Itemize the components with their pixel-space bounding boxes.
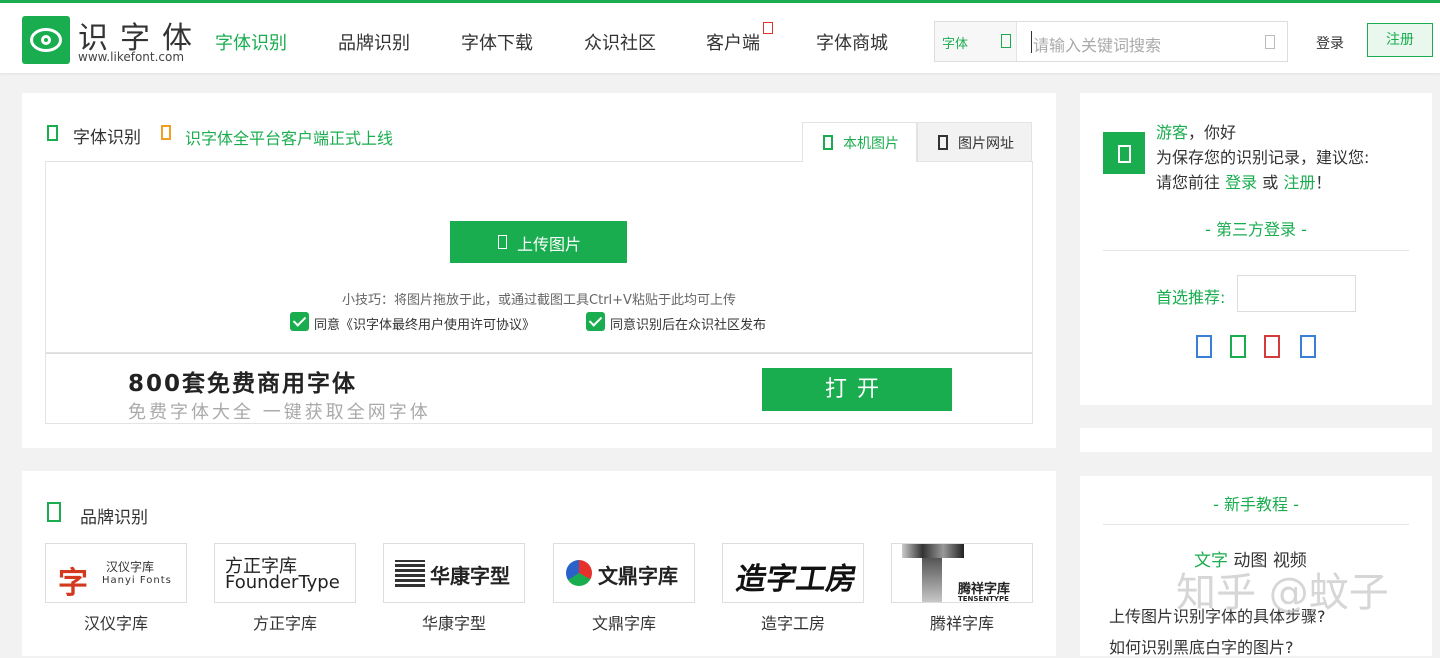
qq-login-icon[interactable] <box>1196 335 1212 358</box>
hello-text: ，你好 <box>1188 123 1237 142</box>
agree-publish-label[interactable]: 同意识别后在众识社区发布 <box>610 314 766 333</box>
logo-text: Hanyi Fonts <box>102 575 172 586</box>
notice-icon <box>161 125 171 140</box>
brand-name[interactable]: 腾祥字库 <box>891 610 1033 634</box>
client-launch-notice[interactable]: 识字体全平台客户端正式上线 <box>185 125 393 149</box>
logo-text: 文鼎字库 <box>598 564 678 588</box>
tutorial-item[interactable]: 如何识别黑底白字的图片? <box>1109 634 1294 658</box>
section-icon <box>47 125 58 141</box>
banner-subtitle: 免费字体大全 一键获取全网字体 <box>128 402 431 423</box>
search-box: 字体 请输入关键词搜索 <box>934 21 1288 62</box>
logo-icon[interactable] <box>22 16 70 64</box>
tengxiang-logo-icon <box>922 558 942 602</box>
brand-logo-huakang[interactable]: 华康字型 <box>383 543 525 603</box>
hanyi-logo-icon: 字 <box>58 566 88 601</box>
nav-community[interactable]: 众识社区 <box>584 29 656 55</box>
agree-publish-checkbox[interactable] <box>586 312 605 331</box>
brand-logo-wending[interactable]: 文鼎字库 <box>553 543 695 603</box>
nav-font-store[interactable]: 字体商城 <box>816 29 888 55</box>
brand-name[interactable]: 文鼎字库 <box>553 610 695 634</box>
brand-name[interactable]: 华康字型 <box>383 610 525 634</box>
search-input[interactable]: 请输入关键词搜索 <box>1033 32 1161 56</box>
agree-license-checkbox[interactable] <box>290 312 309 331</box>
sidebar-login-link[interactable]: 登录 <box>1225 173 1257 192</box>
wechat-login-icon[interactable] <box>1230 335 1246 358</box>
sidebar-register-link[interactable]: 注册 <box>1283 173 1315 192</box>
third-party-login-title: - 第三方登录 - <box>1205 220 1307 239</box>
register-button[interactable]: 注册 <box>1367 23 1433 57</box>
wending-logo-icon <box>566 560 592 586</box>
nav-brand-recognize[interactable]: 品牌识别 <box>338 29 410 55</box>
divider <box>1103 250 1409 251</box>
brand-section-icon <box>47 502 61 522</box>
brand-logo-founder[interactable]: 方正字库 FounderType <box>214 543 356 603</box>
tab-label: 本机图片 <box>843 136 899 152</box>
goto-text: 请您前往 <box>1156 173 1221 192</box>
agree-license-label[interactable]: 同意《识字体最终用户使用许可协议》 <box>314 314 535 333</box>
or-text: 或 <box>1262 173 1279 192</box>
login-link[interactable]: 登录 <box>1316 33 1344 53</box>
upload-tip: 小技巧：将图片拖放于此，或通过截图工具Ctrl+V粘贴于此均可上传 <box>342 293 736 308</box>
tab-local-image[interactable]: 本机图片 <box>802 122 917 162</box>
site-header: 识字体 www.likefont.com 字体识别 品牌识别 字体下载 众识社区… <box>0 3 1440 73</box>
link-icon <box>938 135 948 150</box>
tutorial-title: - 新手教程 - <box>1213 495 1299 514</box>
image-icon <box>823 135 833 150</box>
nav-font-download[interactable]: 字体下载 <box>461 29 533 55</box>
tengxiang-logo-icon <box>902 544 964 558</box>
search-category-label: 字体 <box>942 37 969 52</box>
logo-text: 汉仪字库 <box>106 560 155 574</box>
brand-logo-tengxiang[interactable]: 腾祥字库 TENSENTYPE <box>891 543 1033 603</box>
text-cursor <box>1031 31 1032 53</box>
brand-logo-hanyi[interactable]: 字 汉仪字库 Hanyi Fonts <box>45 543 187 603</box>
sidebar-spacer-panel <box>1080 428 1432 452</box>
preferred-login-field[interactable] <box>1237 275 1356 312</box>
brand-logo-zaozi[interactable]: 造字工房 <box>722 543 864 603</box>
tab-label: 图片网址 <box>958 136 1014 152</box>
brand-name[interactable]: 汉仪字库 <box>45 610 187 634</box>
save-record-hint: 为保存您的识别记录，建议您: <box>1156 148 1370 167</box>
chevron-down-icon <box>1001 34 1011 48</box>
nav-font-recognize[interactable]: 字体识别 <box>215 29 287 55</box>
upload-label: 上传图片 <box>517 235 582 254</box>
weibo-login-icon[interactable] <box>1264 335 1280 358</box>
divider <box>1103 524 1409 525</box>
tab-image-url[interactable]: 图片网址 <box>917 122 1032 162</box>
logo-text: 造字工房 <box>733 562 860 597</box>
banner-open-button[interactable]: 打开 <box>762 368 952 411</box>
guest-label: 游客 <box>1156 123 1189 142</box>
logo-url: www.likefont.com <box>78 50 185 64</box>
search-category-select[interactable]: 字体 <box>935 22 1017 61</box>
logo-text: FounderType <box>225 572 340 593</box>
brand-section-title: 品牌识别 <box>80 508 148 528</box>
logo-text: 华康字型 <box>430 564 510 588</box>
nav-client[interactable]: 客户端 <box>706 29 760 55</box>
banner-title: 800套免费商用字体 <box>128 371 358 397</box>
upload-image-button[interactable]: 上传图片 <box>450 221 627 263</box>
other-login-icon[interactable] <box>1300 335 1316 358</box>
brand-name[interactable]: 方正字库 <box>214 610 356 634</box>
section-title: 字体识别 <box>73 128 141 148</box>
new-badge-icon <box>763 22 773 34</box>
user-avatar-icon <box>1103 132 1145 174</box>
brand-name[interactable]: 造字工房 <box>722 610 864 634</box>
exclaim-text: ！ <box>1315 173 1332 192</box>
watermark: 知乎 @蚊子 <box>1176 570 1389 616</box>
search-icon[interactable] <box>1265 35 1275 49</box>
huakang-logo-icon <box>395 560 425 587</box>
preferred-label: 首选推荐: <box>1156 288 1226 307</box>
free-fonts-banner[interactable]: 800套免费商用字体 免费字体大全 一键获取全网字体 打开 <box>45 353 1033 424</box>
upload-icon <box>498 235 507 249</box>
logo-text: TENSENTYPE <box>958 595 1009 603</box>
